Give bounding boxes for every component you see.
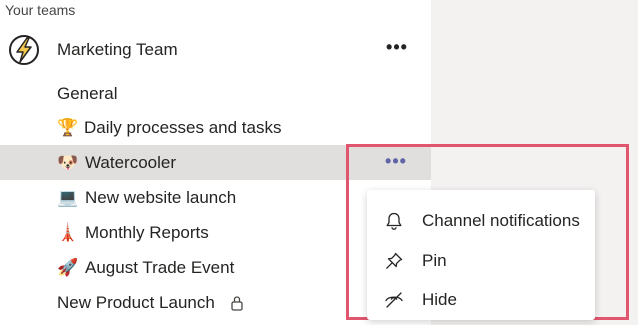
channel-item-daily-processes[interactable]: 🏆 Daily processes and tasks [0, 110, 431, 145]
bell-icon [386, 212, 402, 230]
trophy-icon: 🏆 [57, 118, 79, 137]
menu-item-label: Hide [422, 290, 457, 309]
channel-label: New website launch [85, 188, 237, 207]
channel-label: Monthly Reports [85, 223, 209, 242]
menu-item-pin[interactable]: Pin [367, 241, 595, 279]
channel-label: General [57, 84, 118, 103]
team-more-options-button[interactable]: ••• [382, 38, 412, 60]
laptop-icon: 💻 [57, 188, 79, 207]
eye-slash-icon [385, 292, 403, 308]
tower-icon: 🗼 [57, 223, 79, 242]
team-item-marketing[interactable]: Marketing Team ••• [0, 31, 431, 71]
lock-icon [231, 296, 243, 311]
menu-item-hide[interactable]: Hide [367, 280, 595, 318]
rocket-icon: 🚀 [57, 258, 79, 277]
lightning-bolt-icon [9, 35, 39, 65]
channel-item-general[interactable]: General [0, 76, 431, 111]
channel-label: Watercooler [85, 153, 177, 172]
dog-icon: 🐶 [57, 153, 79, 172]
channel-label: New Product Launch [57, 293, 215, 312]
section-header: Your teams [5, 2, 76, 18]
channel-label: August Trade Event [85, 258, 235, 277]
menu-item-channel-notifications[interactable]: Channel notifications [367, 201, 595, 239]
pin-icon [386, 252, 403, 269]
menu-item-label: Channel notifications [422, 211, 580, 230]
channel-label: Daily processes and tasks [84, 118, 282, 137]
channel-context-menu: Channel notifications Pin Hide [367, 190, 595, 320]
menu-item-label: Pin [422, 251, 447, 270]
team-name: Marketing Team [57, 40, 178, 59]
